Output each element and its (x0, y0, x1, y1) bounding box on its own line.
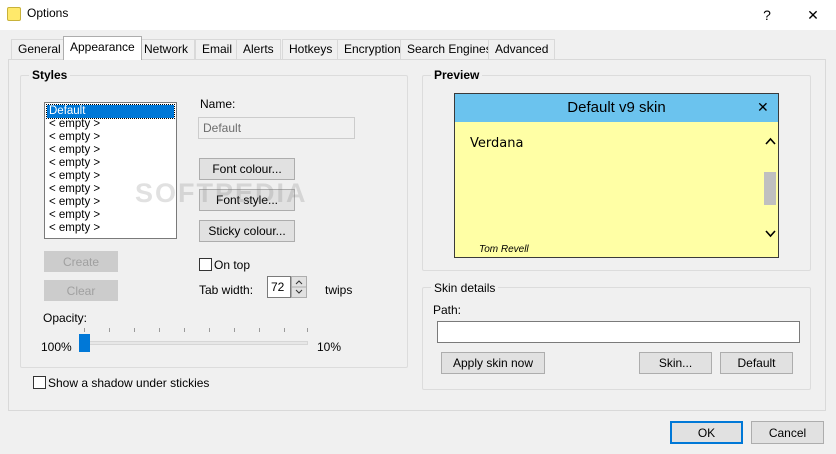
tab-hotkeys[interactable]: Hotkeys (282, 39, 340, 59)
skin-browse-button[interactable]: Skin... (639, 352, 712, 374)
close-button[interactable]: ✕ (790, 0, 836, 30)
slider-tick (159, 328, 160, 332)
shadow-checkbox[interactable] (33, 376, 46, 389)
tab-alerts[interactable]: Alerts (236, 39, 281, 59)
list-item[interactable]: Default (46, 104, 175, 119)
path-field[interactable] (437, 321, 800, 343)
title-bar (0, 0, 836, 30)
sticky-colour-button[interactable]: Sticky colour... (199, 220, 295, 242)
list-item[interactable]: < empty > (47, 209, 174, 222)
window-title: Options (27, 6, 69, 20)
tab-width-input[interactable]: 72 (267, 276, 291, 298)
slider-tick (234, 328, 235, 332)
skin-details-group-label: Skin details (431, 281, 499, 295)
ok-button[interactable]: OK (670, 421, 743, 444)
path-label: Path: (433, 303, 462, 317)
tab-general[interactable]: General (11, 39, 68, 59)
slider-tick (84, 328, 85, 332)
tab-appearance[interactable]: Appearance (63, 36, 142, 60)
clear-button[interactable]: Clear (44, 280, 118, 301)
styles-group-label: Styles (29, 68, 71, 82)
styles-listbox[interactable]: Default < empty > < empty > < empty > < … (44, 102, 177, 239)
tab-search-engines[interactable]: Search Engines (400, 39, 499, 59)
opacity-slider-thumb[interactable] (79, 334, 90, 352)
create-button[interactable]: Create (44, 251, 118, 272)
slider-tick (259, 328, 260, 332)
opacity-max-label: 100% (41, 340, 72, 354)
slider-tick (109, 328, 110, 332)
name-field[interactable]: Default (198, 117, 355, 139)
tab-advanced[interactable]: Advanced (488, 39, 556, 59)
cancel-button[interactable]: Cancel (751, 421, 824, 444)
list-item[interactable]: < empty > (47, 144, 174, 157)
app-icon (7, 7, 21, 21)
list-item[interactable]: < empty > (47, 118, 174, 131)
opacity-slider-track[interactable] (84, 341, 308, 345)
slider-tick (209, 328, 210, 332)
tab-email[interactable]: Email (195, 39, 240, 59)
list-item[interactable]: < empty > (47, 222, 174, 235)
opacity-min-label: 10% (317, 340, 342, 354)
tab-width-spinner[interactable] (291, 276, 307, 298)
slider-tick (284, 328, 285, 332)
default-skin-button[interactable]: Default (720, 352, 793, 374)
skin-preview: Default v9 skin ✕ Verdana Tom Revell (454, 93, 779, 258)
tab-encryption[interactable]: Encryption (337, 39, 408, 59)
watermark: SOFTPEDIA (135, 178, 308, 208)
list-item[interactable]: < empty > (47, 157, 174, 170)
on-top-checkbox[interactable] (199, 258, 212, 271)
on-top-label: On top (214, 258, 251, 272)
slider-tick (184, 328, 185, 332)
preview-group-label: Preview (431, 68, 483, 82)
apply-skin-button[interactable]: Apply skin now (441, 352, 545, 374)
name-label: Name: (200, 97, 236, 111)
help-button[interactable]: ? (744, 0, 790, 30)
font-colour-button[interactable]: Font colour... (199, 158, 295, 180)
tab-width-label: Tab width: (199, 283, 254, 297)
preview-scrollbar (763, 132, 778, 242)
tab-network[interactable]: Network (137, 39, 196, 59)
shadow-label: Show a shadow under stickies (48, 376, 210, 390)
slider-tick (307, 328, 308, 332)
preview-title: Default v9 skin (567, 99, 666, 116)
list-item[interactable]: < empty > (47, 131, 174, 144)
twips-label: twips (325, 283, 353, 297)
slider-tick (134, 328, 135, 332)
opacity-label: Opacity: (43, 311, 88, 325)
preview-close-icon: ✕ (757, 99, 769, 115)
preview-font-sample: Verdana (470, 136, 524, 151)
preview-author: Tom Revell (479, 244, 529, 255)
